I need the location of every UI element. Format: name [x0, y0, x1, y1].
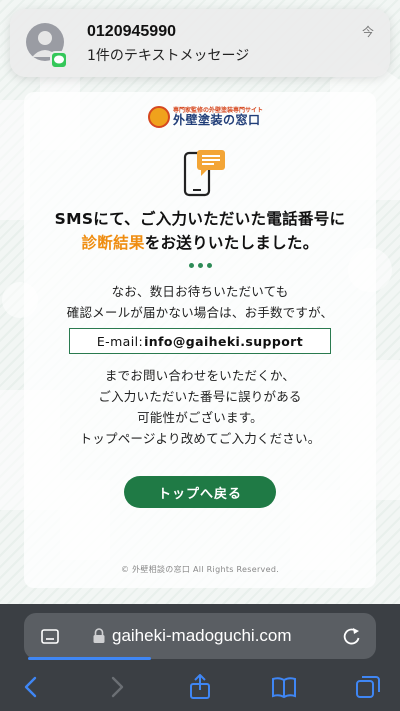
logo-emblem-icon [148, 106, 170, 128]
sms-notification-banner[interactable]: 0120945990 1件のテキストメッセージ 今 [10, 9, 390, 77]
notice-line-2: 確認メールが届かない場合は、お手数ですが、 [66, 305, 334, 320]
tab-overview-icon[interactable] [355, 674, 381, 700]
followup-line-2: ご入力いただいた番号に誤りがある [98, 389, 302, 404]
reload-icon[interactable] [343, 626, 361, 646]
smartphone-message-icon [183, 150, 225, 197]
site-logo[interactable]: 専門家監修の外壁塗装専門サイト 外壁塗装の窓口 [148, 106, 263, 128]
tabs-icon[interactable] [40, 628, 62, 646]
notification-time: 今 [361, 25, 374, 39]
url-text[interactable]: gaiheki-madoguchi.com [112, 626, 292, 646]
share-icon[interactable] [187, 674, 213, 700]
headline-accent: 診断結果 [81, 234, 145, 252]
messages-app-icon [50, 51, 68, 69]
headline-rest: をお送りいたしました。 [144, 234, 319, 252]
notice-line-1: なお、数日お待ちいただいても [111, 284, 289, 299]
logo-name: 外壁塗装の窓口 [173, 113, 261, 127]
lock-icon [93, 628, 105, 643]
followup-line-4: トップページより改めてご入力ください。 [79, 431, 321, 446]
email-address[interactable]: info@gaiheki.support [144, 334, 303, 349]
page-load-progress [28, 657, 151, 660]
support-email-box[interactable]: E-mail: info@gaiheki.support [69, 328, 331, 354]
headline-line-2: 診断結果をお送りいたしました。 [24, 231, 376, 253]
notification-preview: 1件のテキストメッセージ [87, 48, 250, 64]
copyright-text: © 外壁相談の窓口 All Rights Reserved. [120, 565, 280, 574]
back-to-top-button[interactable]: トップへ戻る [124, 476, 276, 508]
forward-icon[interactable] [104, 674, 130, 700]
followup-line-3: 可能性がございます。 [137, 410, 263, 425]
divider-dots [189, 263, 212, 268]
back-icon[interactable] [18, 674, 44, 700]
followup-line-1: までお問い合わせをいただくか、 [104, 368, 296, 383]
headline-line-1: SMSにて、ご入力いただいた電話番号に [54, 210, 346, 228]
email-label: E-mail: [96, 333, 144, 349]
notification-sender: 0120945990 [87, 23, 176, 40]
bookmarks-icon[interactable] [271, 674, 297, 700]
